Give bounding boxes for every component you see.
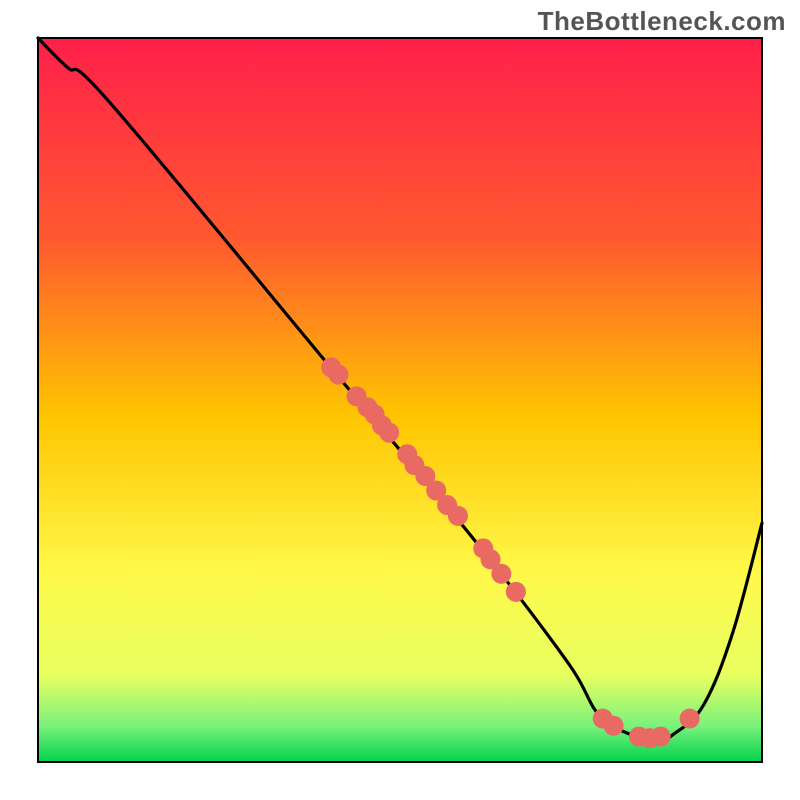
data-point: [651, 727, 671, 747]
chart-frame: TheBottleneck.com: [0, 0, 800, 800]
data-point: [604, 716, 624, 736]
chart-canvas: [0, 0, 800, 800]
data-point: [328, 365, 348, 385]
watermark-text: TheBottleneck.com: [538, 6, 786, 37]
data-point: [506, 582, 526, 602]
data-point: [379, 423, 399, 443]
data-point: [448, 506, 468, 526]
data-point: [680, 709, 700, 729]
data-point: [491, 564, 511, 584]
